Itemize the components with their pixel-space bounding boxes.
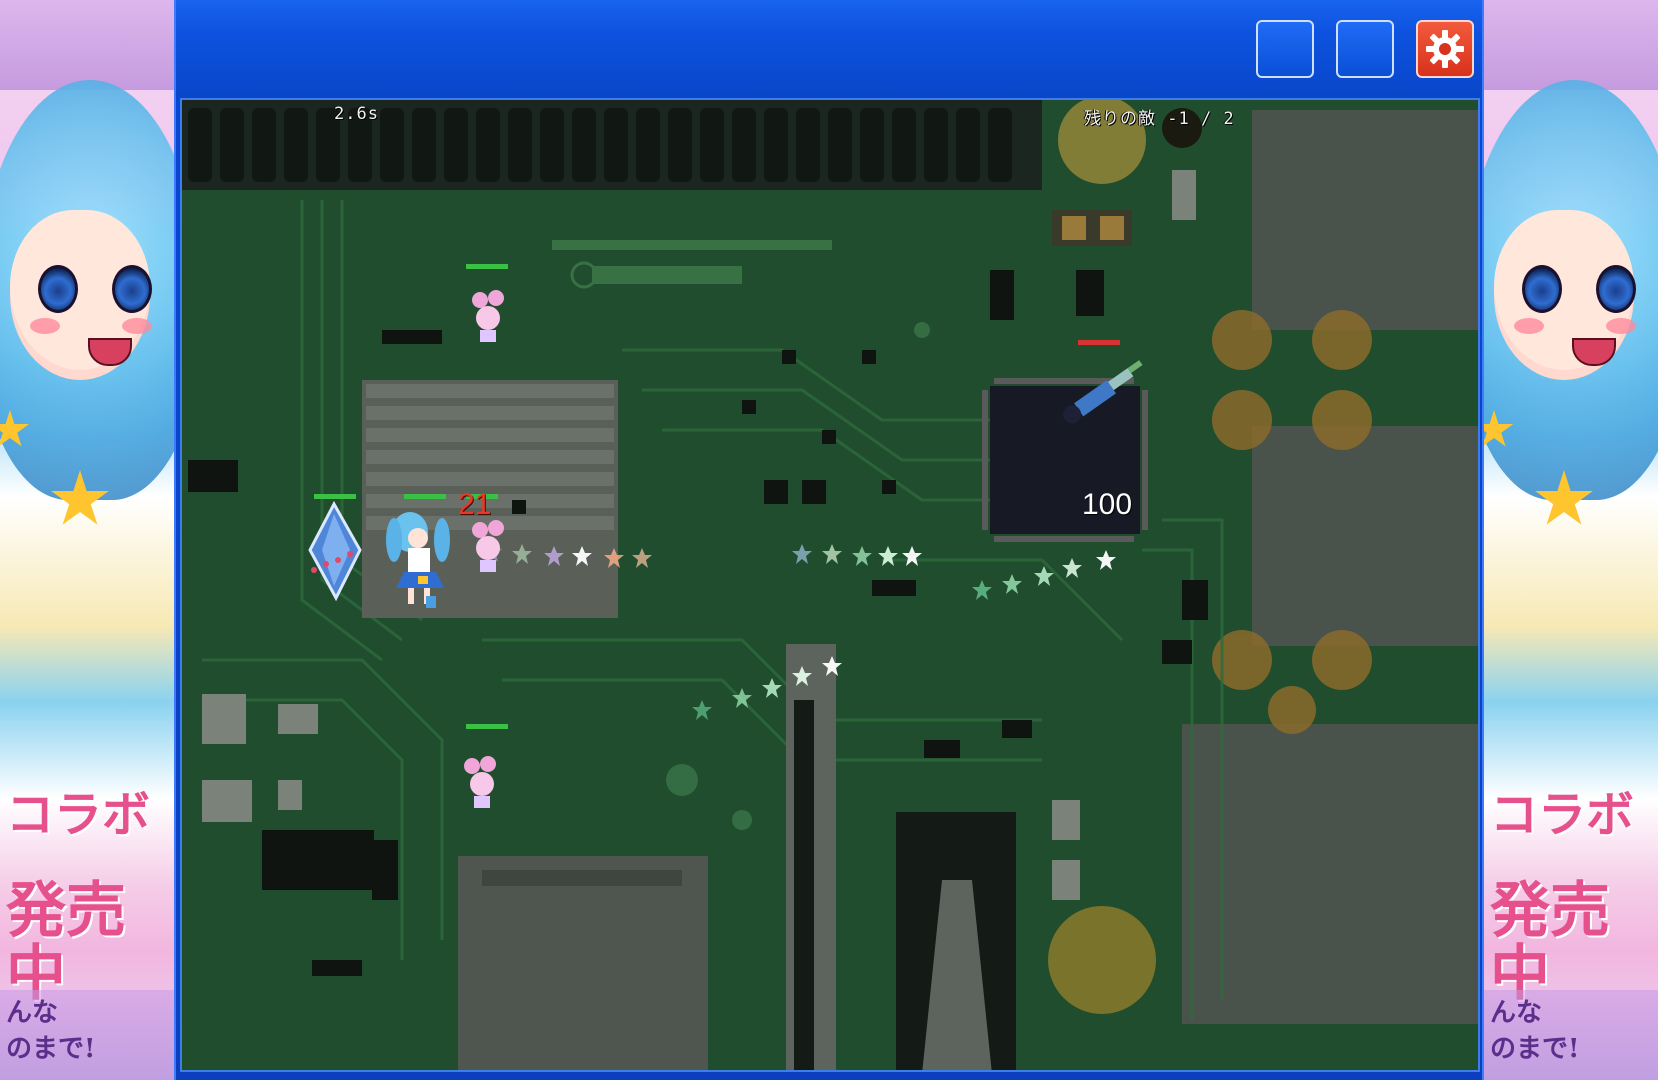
projectile-layer [308,264,1143,808]
side-caption: コラボ [6,787,151,843]
blush-art [30,318,60,334]
projectile-trail [482,542,1116,720]
enemy-sprite [464,756,496,808]
crystal-hp-bar [314,494,356,499]
side-caption: んな [1490,998,1543,1028]
decor-band [1484,0,1658,90]
left-side-art: コラボ 発売中 んな のまで! [0,0,174,1080]
boss-sprite [1063,360,1143,424]
damage-number: 21 [458,488,492,521]
enemy-hp-bar [466,264,508,269]
blush-art [1606,318,1636,334]
boss-hp-bar [1078,340,1120,345]
side-caption: んな [6,998,59,1028]
player-sprite [386,512,450,608]
character-eye-art [1596,265,1636,313]
game-screen: コラボ 発売中 んな のまで! コラボ 発売中 んな のまで! 2.6s 残りの… [0,0,1658,1080]
side-caption: のまで! [6,1034,96,1064]
enemy-sprite [472,520,504,572]
elapsed-time: 2.6s [334,104,379,124]
character-eye-art [1522,265,1562,313]
window-button-1[interactable] [1256,20,1314,78]
game-viewport[interactable]: 2.6s 残りの敵 -1 / 2 21 100 [180,98,1480,1072]
enemy-sprite [472,290,504,342]
window-titlebar [176,0,1482,98]
decor-band [0,0,174,90]
character-eye-art [38,265,78,313]
settings-button[interactable] [1416,20,1474,78]
blush-art [122,318,152,334]
side-caption: のまで! [1490,1034,1580,1064]
side-caption: 発売中 [6,876,126,1009]
right-side-art: コラボ 発売中 んな のまで! [1484,0,1658,1080]
side-caption: コラボ [1490,787,1635,843]
side-caption: 発売中 [1490,876,1610,1009]
enemy-hp-bar [466,724,508,729]
crystal-sprite [308,500,362,602]
window-button-2[interactable] [1336,20,1394,78]
chip-counter: 100 [1082,488,1133,521]
enemies-remaining: 残りの敵 -1 / 2 [1084,109,1235,129]
gear-icon [1426,30,1464,68]
character-eye-art [112,265,152,313]
player-hp-bar [404,494,446,499]
blush-art [1514,318,1544,334]
